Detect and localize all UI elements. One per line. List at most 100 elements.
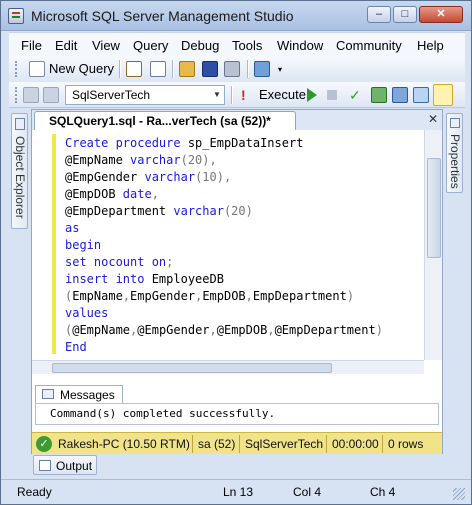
code-line[interactable]: set nocount on; (65, 254, 173, 271)
code-line[interactable]: as (65, 220, 79, 237)
vertical-scroll-thumb[interactable] (427, 158, 441, 258)
code-token: EmployeeDB (151, 272, 224, 286)
menu-file[interactable]: File (21, 38, 42, 53)
menu-community[interactable]: Community (336, 38, 402, 53)
output-tab[interactable]: Output (33, 455, 97, 475)
database-select-value: SqlServerTech (72, 88, 151, 102)
code-token: ) (346, 289, 355, 303)
title-bar: Microsoft SQL Server Management Studio –… (1, 1, 471, 31)
toolbar-grip[interactable] (15, 61, 18, 77)
object-explorer-icon (15, 118, 25, 130)
server-name: Rakesh-PC (10.50 RTM) (58, 437, 190, 451)
code-line[interactable]: begin (65, 237, 101, 254)
close-button[interactable]: ✕ (419, 6, 463, 23)
elapsed-time: 00:00:00 (332, 437, 379, 451)
code-line[interactable]: Create procedure sp_EmpDataInsert (65, 135, 303, 152)
menu-window[interactable]: Window (277, 38, 323, 53)
resize-grip-icon[interactable] (453, 488, 465, 500)
code-token: EmpDepartment (252, 289, 347, 303)
standard-toolbar: New Query ▾ (9, 56, 465, 82)
code-editor[interactable]: Create procedure sp_EmpDataInsert @EmpNam… (32, 130, 442, 360)
intellisense-icon[interactable] (413, 87, 429, 103)
messages-tab[interactable]: Messages (35, 385, 123, 403)
code-token: varchar (130, 153, 181, 167)
status-separator (192, 435, 193, 453)
database-engine-query-icon[interactable] (126, 61, 142, 77)
query-options-icon[interactable] (392, 87, 408, 103)
execute-icon[interactable]: ! (241, 87, 247, 103)
code-token: ; (166, 255, 174, 269)
code-token: End (65, 340, 87, 354)
code-line[interactable]: @EmpName varchar(20), (65, 152, 217, 169)
menu-help[interactable]: Help (417, 38, 444, 53)
code-token: (20), (180, 153, 217, 167)
code-line[interactable]: (EmpName,EmpGender,EmpDOB,EmpDepartment) (65, 288, 354, 305)
change-connection-icon[interactable] (43, 87, 59, 103)
status-ready: Ready (17, 485, 52, 499)
code-token: @EmpName (65, 153, 131, 167)
sql-editor-toolbar: SqlServerTech ▼ ! Execute ✓ (9, 82, 465, 108)
left-dock: Object Explorer (9, 109, 29, 489)
toolbar-overflow-icon[interactable]: ▾ (275, 64, 285, 76)
cancel-query-icon[interactable] (327, 90, 337, 100)
code-line[interactable]: (@EmpName,@EmpGender,@EmpDOB,@EmpDepartm… (65, 322, 383, 339)
horizontal-scroll-thumb[interactable] (52, 363, 332, 373)
query-tab[interactable]: SQLQuery1.sql - Ra...verTech (sa (52))* (34, 111, 296, 130)
display-estimated-plan-icon[interactable] (371, 87, 387, 103)
menu-tools[interactable]: Tools (232, 38, 262, 53)
parse-icon[interactable]: ✓ (349, 87, 363, 103)
menu-edit[interactable]: Edit (55, 38, 77, 53)
save-icon[interactable] (202, 61, 218, 77)
code-line[interactable]: values (65, 305, 108, 322)
horizontal-scrollbar[interactable] (32, 360, 424, 374)
analysis-query-icon[interactable] (150, 61, 166, 77)
new-query-icon[interactable] (29, 61, 45, 77)
print-icon[interactable] (224, 61, 240, 77)
debug-icon[interactable] (307, 88, 317, 102)
messages-body[interactable]: Command(s) completed successfully. (35, 403, 439, 425)
code-token: @EmpGender (65, 170, 145, 184)
maximize-button[interactable]: □ (393, 6, 417, 23)
execute-button[interactable]: Execute (259, 87, 306, 102)
toolbar-grip[interactable] (15, 87, 18, 103)
open-file-icon[interactable] (179, 61, 195, 77)
code-line[interactable]: @EmpDepartment varchar(20) (65, 203, 253, 220)
output-tab-label: Output (56, 459, 93, 473)
activity-monitor-icon[interactable] (254, 61, 270, 77)
success-check-icon: ✓ (36, 436, 52, 452)
menu-view[interactable]: View (92, 38, 120, 53)
ssms-app-icon (8, 8, 24, 24)
new-query-button[interactable]: New Query (49, 61, 114, 76)
status-separator (239, 435, 240, 453)
properties-label: Properties (448, 134, 462, 189)
properties-tab[interactable]: Properties (446, 113, 463, 193)
code-token: set nocount on (65, 255, 167, 269)
results-to-grid-icon[interactable] (433, 84, 453, 106)
properties-icon (450, 118, 460, 128)
code-token: @EmpName (72, 323, 131, 337)
database-select[interactable]: SqlServerTech ▼ (65, 85, 225, 105)
user-name: sa (52) (198, 437, 236, 451)
code-token: @EmpDepartment (65, 204, 174, 218)
status-column: Col 4 (293, 485, 322, 499)
row-count: 0 rows (388, 437, 424, 451)
code-line[interactable]: @EmpGender varchar(10), (65, 169, 231, 186)
code-line[interactable]: @EmpDOB date, (65, 186, 159, 203)
minimize-button[interactable]: – (367, 6, 391, 23)
menu-query[interactable]: Query (133, 38, 168, 53)
query-document: SQLQuery1.sql - Ra...verTech (sa (52))* … (31, 109, 443, 454)
object-explorer-tab[interactable]: Object Explorer (11, 113, 28, 229)
vertical-scrollbar[interactable] (424, 130, 442, 360)
code-token: , (209, 323, 217, 337)
code-token: values (65, 306, 109, 320)
status-bar: Ready Ln 13 Col 4 Ch 4 (1, 479, 471, 504)
code-line[interactable]: insert into EmployeeDB (65, 271, 224, 288)
close-tab-icon[interactable]: ✕ (428, 112, 442, 126)
toolbar-separator (247, 60, 248, 78)
ssms-window: Microsoft SQL Server Management Studio –… (0, 0, 472, 505)
window-title: Microsoft SQL Server Management Studio (31, 8, 294, 24)
code-line[interactable]: End (65, 339, 87, 356)
menu-debug[interactable]: Debug (181, 38, 219, 53)
connect-icon[interactable] (23, 87, 39, 103)
chevron-down-icon[interactable]: ▼ (210, 86, 224, 104)
